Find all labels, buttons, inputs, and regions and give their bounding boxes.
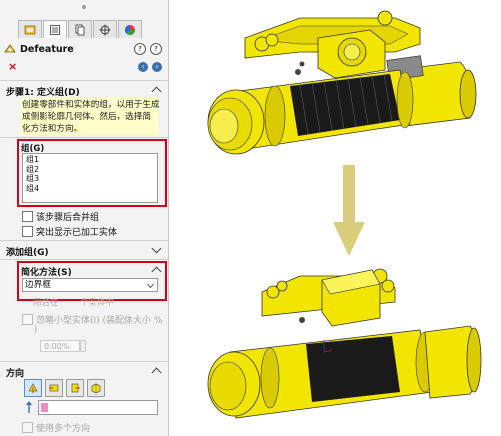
ignore-small-bodies-checkbox[interactable]: 忽略小型实体(I) (装配体大小 % (22, 313, 162, 326)
tab-dimxpert[interactable] (93, 20, 117, 38)
use-multiple-directions-checkbox[interactable]: 使用多个方向 (22, 421, 90, 434)
direction-right-button[interactable] (66, 379, 84, 397)
list-item[interactable]: 组1 (26, 155, 154, 165)
groups-list[interactable]: 组1 组2 组3 组4 (22, 153, 158, 203)
step-nav-buttons: ‹ › (138, 62, 162, 72)
divider (0, 240, 168, 241)
next-arrow-icon[interactable]: › (152, 62, 162, 72)
details-icon[interactable]: ? (150, 43, 162, 55)
tab-display-manager[interactable] (118, 20, 142, 38)
divider (0, 361, 168, 362)
checkbox-box[interactable] (22, 422, 33, 433)
hoist-detailed-model (207, 10, 477, 155)
help-buttons: ? ? (134, 43, 162, 55)
selection-color-swatch (41, 403, 48, 412)
checkbox-box[interactable] (22, 226, 33, 237)
small-bodies-percent-input[interactable]: 0.00% (40, 340, 80, 352)
list-item[interactable]: 组2 (26, 165, 154, 175)
select-value: 边界框 (25, 280, 51, 290)
add-group-heading: 添加组(G) (6, 248, 49, 258)
tab-feature-manager[interactable] (18, 20, 42, 38)
chevron-down-icon[interactable] (151, 243, 162, 254)
tab-configuration-manager[interactable] (68, 20, 92, 38)
panel-collapse-dot[interactable] (79, 5, 89, 9)
property-manager-panel: Defeature ? ? × ‹ › 步骤1: 定义组(D) 创建零部件和实体… (0, 0, 169, 436)
checkbox-label: 该步骤后合并组 (36, 213, 100, 223)
configuration-manager-icon (75, 24, 85, 35)
chevron-up-icon[interactable] (151, 367, 162, 378)
checkbox-label: 忽略小型实体(I) (装配体大小 % (36, 316, 163, 326)
direction-heading: 方向 (6, 369, 25, 379)
option-label: 闭合在 (33, 298, 59, 308)
merge-groups-checkbox[interactable]: 该步骤后合并组 (22, 210, 99, 223)
highlight-machined-checkbox[interactable]: 突出显示已加工实体 (22, 225, 117, 238)
dimxpert-icon (99, 24, 111, 35)
divider (0, 137, 168, 138)
closed-in-option: 闭合在 (33, 296, 59, 308)
message-line: 创建零部件和实体的组，以用于生成 (22, 100, 160, 110)
message-line: 成侧影轮廓几何体。然后，选择简 (22, 112, 151, 122)
back-arrow-icon[interactable]: ‹ (138, 62, 148, 72)
manager-tabs (18, 20, 143, 38)
direction-iso-button[interactable] (87, 379, 105, 397)
simplify-heading: 简化方法(S) (21, 268, 72, 278)
direction-reference-field[interactable] (38, 400, 158, 415)
cancel-close-icon[interactable]: × (8, 60, 17, 73)
simplify-method-select[interactable]: 边界框 (22, 278, 158, 292)
checkbox-box[interactable] (22, 314, 33, 325)
percent-spinner[interactable] (80, 340, 86, 352)
help-icon[interactable]: ? (134, 43, 146, 55)
step-message: 创建零部件和实体的组，以用于生成 成侧影轮廓几何体。然后，选择简 化方法和方向。 (20, 98, 160, 135)
message-line: 化方法和方向。 (22, 124, 83, 134)
direction-arrow-icon (26, 401, 32, 413)
direction-front-button[interactable] (45, 379, 63, 397)
step-heading: 步骤1: 定义组(D) (6, 88, 80, 98)
direction-right-icon (71, 383, 80, 393)
checkbox-label: 突出显示已加工实体 (36, 228, 118, 238)
direction-front-icon (49, 384, 59, 392)
page-title: Defeature (20, 43, 74, 55)
transform-arrow (333, 165, 365, 256)
chevron-up-icon[interactable] (151, 86, 162, 97)
checkbox-box[interactable] (22, 211, 33, 222)
list-item[interactable]: 组4 (26, 184, 154, 194)
chevron-down-icon (146, 280, 155, 289)
defeature-icon (4, 44, 16, 53)
hoist-simplified-model (207, 268, 482, 419)
property-manager-icon (50, 24, 60, 35)
bodies-count-option: 个实体中 (80, 296, 114, 308)
small-bodies-label-end: ) (34, 325, 38, 335)
feature-manager-icon (24, 25, 36, 34)
divider (0, 259, 168, 260)
tab-property-manager[interactable] (43, 20, 67, 38)
divider (0, 80, 168, 81)
list-item[interactable]: 组3 (26, 174, 154, 184)
direction-top-button[interactable] (24, 379, 42, 397)
display-manager-icon (125, 24, 135, 35)
option-label: 个实体中 (80, 298, 115, 308)
tab-strip (0, 0, 168, 40)
direction-iso-icon (91, 383, 101, 394)
direction-buttons (24, 379, 105, 397)
direction-top-icon (28, 383, 38, 393)
graphics-area[interactable] (169, 0, 501, 436)
checkbox-label: 使用多个方向 (36, 424, 91, 434)
